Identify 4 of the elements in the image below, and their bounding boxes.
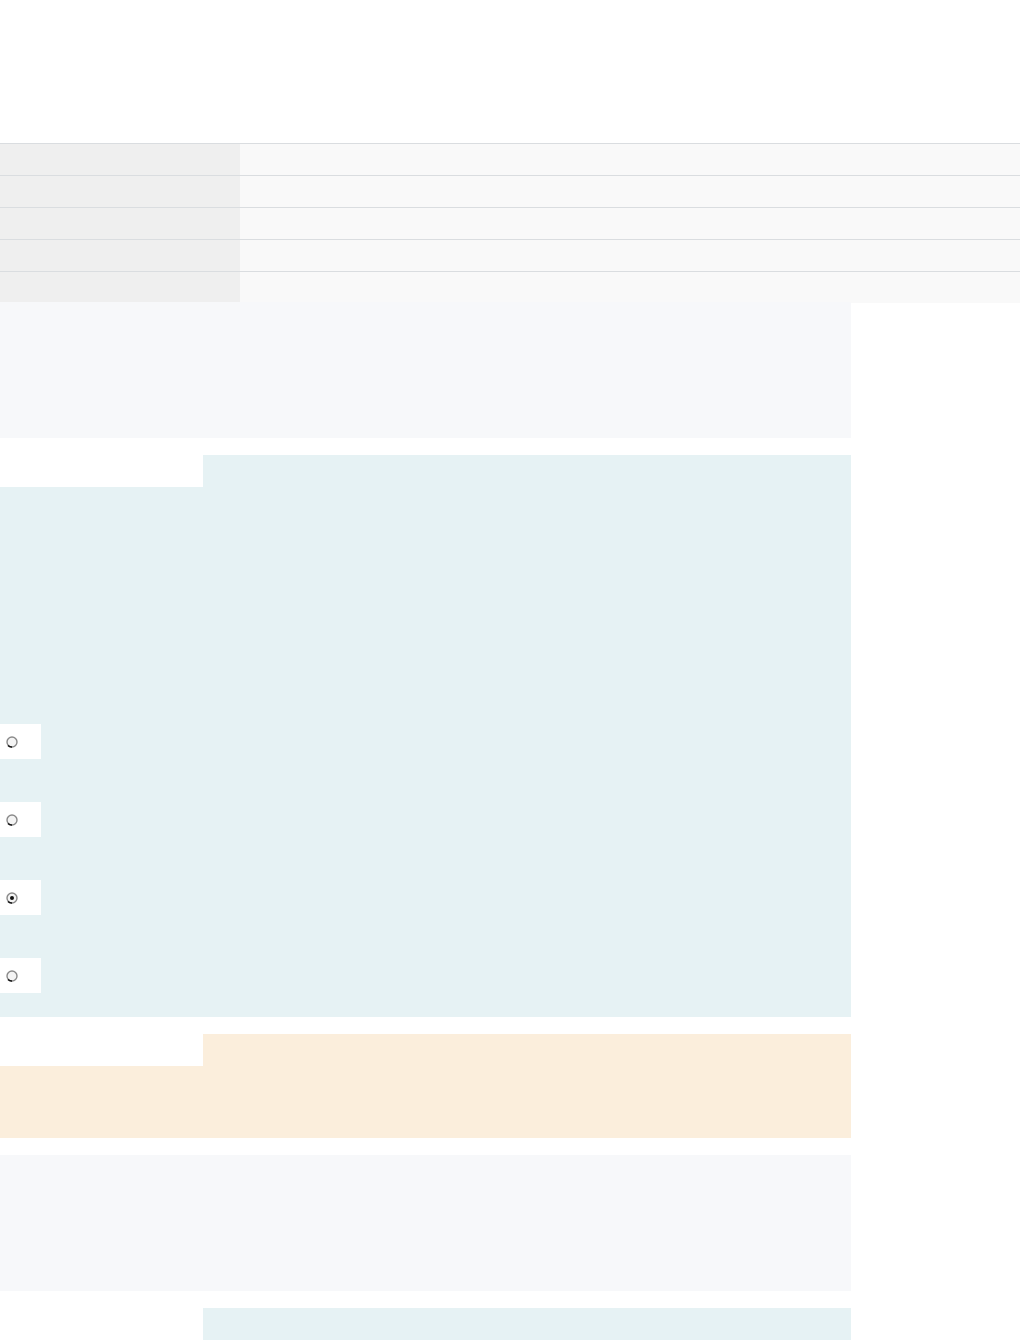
radio-button[interactable] (0, 802, 41, 837)
radio-button[interactable] (0, 724, 41, 759)
radio-button[interactable] (0, 880, 41, 915)
radio-button[interactable] (0, 958, 41, 993)
